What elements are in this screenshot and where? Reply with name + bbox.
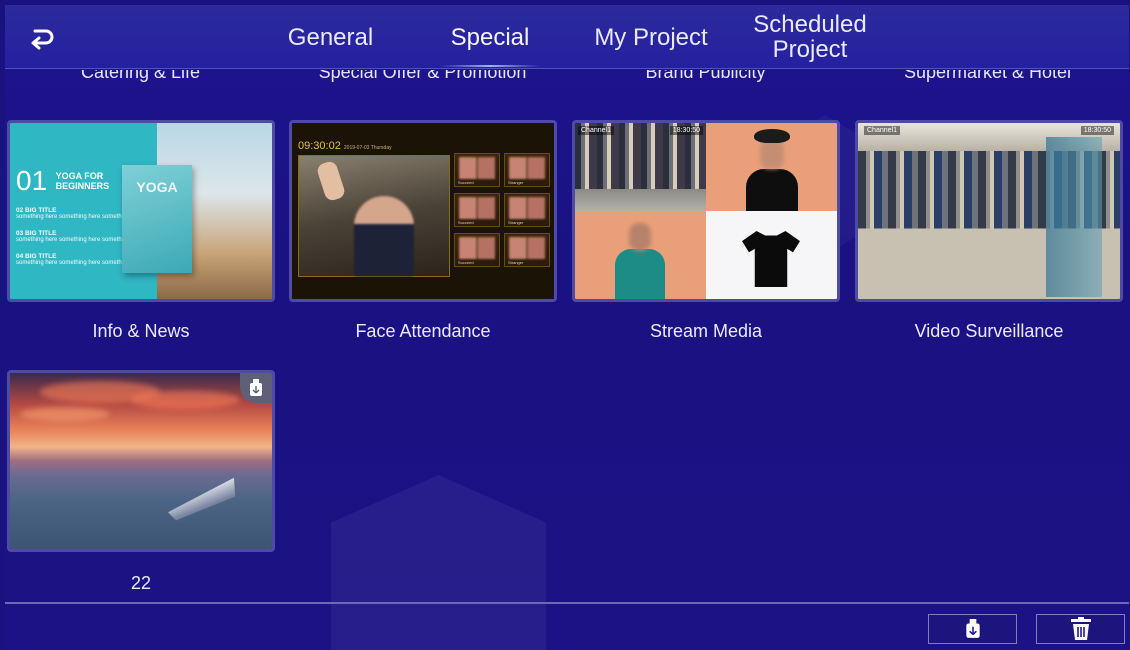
heading-line: BEGINNERS bbox=[55, 181, 110, 191]
usb-import-button[interactable] bbox=[928, 614, 1017, 644]
face-cell: Stranger bbox=[504, 153, 550, 187]
item-title: BIG TITLE bbox=[25, 230, 57, 237]
project-thumbnail bbox=[10, 373, 272, 549]
item-number: 04 bbox=[16, 253, 24, 260]
project-card-22[interactable] bbox=[7, 370, 275, 552]
face-status: Stranger bbox=[508, 220, 524, 225]
face-cell: Succeed bbox=[454, 193, 500, 227]
tab-general[interactable]: General bbox=[273, 5, 388, 69]
thumbnail-video bbox=[298, 155, 450, 277]
usb-icon bbox=[965, 619, 980, 638]
tab-label: Special bbox=[450, 23, 530, 51]
tab-label: My Project bbox=[594, 23, 708, 51]
thumbnail-person bbox=[354, 196, 414, 276]
usb-icon bbox=[250, 379, 262, 396]
face-cell: Stranger bbox=[504, 193, 550, 227]
stream-tile-person bbox=[575, 211, 706, 299]
app-frame: General Special My Project Scheduled Pro… bbox=[5, 5, 1129, 650]
face-status: Stranger bbox=[508, 260, 524, 265]
thumbnail-glass-door bbox=[1046, 137, 1102, 297]
item-title: BIG TITLE bbox=[25, 253, 57, 260]
template-thumbnail: 01 YOGA FOR BEGINNERS 02 BIG TITLE somet… bbox=[10, 123, 272, 299]
template-card-info-news[interactable]: 01 YOGA FOR BEGINNERS 02 BIG TITLE somet… bbox=[7, 120, 275, 302]
template-card-video-surveillance[interactable]: Channel1 18:30:50 bbox=[855, 120, 1123, 302]
stream-tile-store: Channel1 18:30:50 bbox=[575, 123, 706, 211]
tab-special[interactable]: Special bbox=[430, 5, 550, 69]
channel-time: 18:30:50 bbox=[1080, 126, 1114, 135]
top-bar: General Special My Project Scheduled Pro… bbox=[5, 5, 1129, 69]
stream-tile-person bbox=[706, 123, 837, 211]
stream-tile-tshirt bbox=[706, 211, 837, 299]
tab-label: General bbox=[287, 23, 374, 51]
item-number: 02 bbox=[16, 207, 24, 214]
channel-label: Channel1 bbox=[578, 126, 614, 135]
thumbnail-hand bbox=[315, 159, 347, 203]
channel-time: 18:30:50 bbox=[669, 126, 703, 135]
thumbnail-person bbox=[746, 129, 798, 211]
heading-line: YOGA FOR bbox=[55, 171, 104, 181]
thumbnail-person bbox=[615, 223, 665, 299]
template-thumbnail: Channel1 18:30:50 bbox=[575, 123, 837, 299]
template-card-face-attendance[interactable]: 09:30:02 2019-07-03 Thursday Succeed Str… bbox=[289, 120, 557, 302]
template-label: Face Attendance bbox=[355, 321, 491, 341]
tab-label: Scheduled Project bbox=[753, 11, 867, 63]
tab-scheduled-project[interactable]: Scheduled Project bbox=[740, 5, 880, 69]
template-card-stream-media[interactable]: Channel1 18:30:50 bbox=[572, 120, 840, 302]
template-label: Video Surveillance bbox=[914, 321, 1064, 341]
face-status: Succeed bbox=[458, 220, 474, 225]
book-title: YOGA bbox=[136, 179, 178, 195]
face-status: Succeed bbox=[458, 180, 474, 185]
face-cell: Succeed bbox=[454, 233, 500, 267]
background-decoration bbox=[331, 475, 546, 650]
clock-time: 09:30:02 bbox=[298, 140, 341, 152]
delete-button[interactable] bbox=[1036, 614, 1125, 644]
thumbnail-tshirt bbox=[742, 231, 800, 287]
template-label: Supermarket & Hotel bbox=[903, 70, 1072, 82]
thumbnail-book: YOGA bbox=[122, 165, 192, 273]
thumbnail-number: 01 bbox=[16, 165, 48, 196]
template-label: Info & News bbox=[92, 321, 190, 341]
clock-date: 2019-07-03 Thursday bbox=[343, 145, 392, 151]
trash-icon bbox=[1070, 617, 1091, 640]
thumbnail-boat bbox=[165, 478, 240, 522]
face-cell: Stranger bbox=[504, 233, 550, 267]
template-label: Special Offer & Promotion bbox=[318, 70, 527, 82]
template-label: Brand Publicity bbox=[645, 70, 766, 82]
return-icon bbox=[31, 29, 54, 50]
project-label: 22 bbox=[130, 573, 152, 593]
back-button[interactable] bbox=[25, 21, 59, 55]
thumbnail-heading: YOGA FOR BEGINNERS bbox=[56, 171, 110, 191]
face-status: Stranger bbox=[508, 180, 524, 185]
channel-label: Channel1 bbox=[864, 126, 900, 135]
bottom-divider bbox=[5, 602, 1129, 604]
item-number: 03 bbox=[16, 230, 24, 237]
item-title: BIG TITLE bbox=[25, 207, 57, 214]
face-cell: Succeed bbox=[454, 153, 500, 187]
usb-source-badge bbox=[240, 373, 272, 403]
tab-my-project[interactable]: My Project bbox=[581, 5, 721, 69]
template-thumbnail: 09:30:02 2019-07-03 Thursday Succeed Str… bbox=[292, 123, 554, 299]
face-status: Succeed bbox=[458, 260, 474, 265]
template-label: Stream Media bbox=[649, 321, 763, 341]
template-thumbnail: Channel1 18:30:50 bbox=[858, 123, 1120, 299]
thumbnail-clock: 09:30:02 2019-07-03 Thursday bbox=[298, 140, 392, 152]
template-label: Catering & Life bbox=[80, 70, 201, 82]
